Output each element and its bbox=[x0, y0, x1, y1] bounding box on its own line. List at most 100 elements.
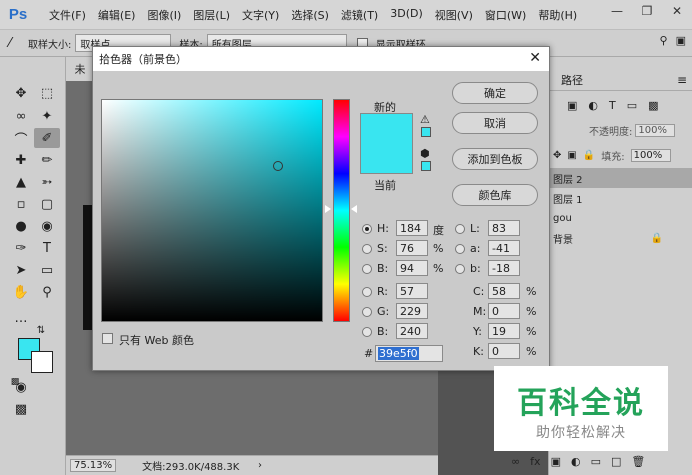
new-group-icon[interactable]: ▭ bbox=[591, 455, 601, 468]
lab-b-input[interactable]: -18 bbox=[488, 260, 520, 276]
gamut-correction-swatch[interactable] bbox=[421, 127, 431, 137]
s-input[interactable]: 76 bbox=[396, 240, 428, 256]
layer-row[interactable]: gou bbox=[549, 208, 692, 228]
path-select-tool-icon[interactable]: ➤ bbox=[8, 260, 34, 280]
menu-layer[interactable]: 图层(L) bbox=[187, 7, 236, 23]
fx-icon[interactable]: fx bbox=[530, 455, 540, 468]
zoom-level[interactable]: 75.13% bbox=[70, 459, 117, 472]
brightness-input[interactable]: 94 bbox=[396, 260, 428, 276]
hand-tool-icon[interactable]: ✋ bbox=[8, 282, 34, 302]
delete-layer-icon[interactable]: 🗑 bbox=[631, 455, 645, 468]
stamp-tool-icon[interactable]: ▲ bbox=[8, 172, 34, 192]
color-libraries-button[interactable]: 颜色库 bbox=[452, 184, 538, 206]
document-tab[interactable]: 未 bbox=[66, 57, 94, 81]
menu-view[interactable]: 视图(V) bbox=[429, 7, 479, 23]
b-radio[interactable] bbox=[362, 327, 372, 337]
status-menu-arrow-icon[interactable]: › bbox=[258, 460, 262, 471]
menu-3d[interactable]: 3D(D) bbox=[384, 7, 429, 23]
lock-move-icon[interactable]: ✥ bbox=[553, 150, 561, 161]
swap-colors-icon[interactable]: ⇅ bbox=[34, 323, 48, 337]
web-safe-swatch[interactable] bbox=[421, 161, 431, 171]
l-input[interactable]: 83 bbox=[488, 220, 520, 236]
link-layers-icon[interactable]: ∞ bbox=[511, 455, 520, 468]
restore-icon[interactable]: ❐ bbox=[632, 0, 662, 22]
move-tool-icon[interactable]: ✥ bbox=[8, 83, 34, 103]
eraser-tool-icon[interactable]: ▫ bbox=[8, 194, 34, 214]
type-tool-icon[interactable]: T bbox=[34, 238, 60, 258]
g-input[interactable]: 229 bbox=[396, 303, 428, 319]
eyedropper-options-icon[interactable]: ⁄ bbox=[0, 33, 20, 53]
out-of-gamut-warning-icon[interactable]: ⚠ bbox=[420, 113, 430, 126]
image-filter-icon[interactable]: ▣ bbox=[567, 99, 577, 112]
menu-image[interactable]: 图像(I) bbox=[141, 7, 187, 23]
panel-menu-icon[interactable]: ≡ bbox=[677, 73, 687, 87]
quick-mask-icon[interactable]: ◉ bbox=[8, 377, 34, 397]
lock-artboard-icon[interactable]: ▣ bbox=[567, 150, 576, 161]
layer-row[interactable]: 背景 🔒 bbox=[549, 228, 692, 248]
more-tools-icon[interactable]: … bbox=[8, 308, 34, 328]
layer-row[interactable]: 图层 2 bbox=[549, 168, 692, 188]
hue-arrow-left-icon[interactable] bbox=[325, 205, 331, 213]
lab-b-radio[interactable] bbox=[455, 264, 465, 274]
cancel-button[interactable]: 取消 bbox=[452, 112, 538, 134]
pen-tool-icon[interactable]: ✑ bbox=[8, 238, 34, 258]
screen-mode-icon[interactable]: ▩ bbox=[8, 399, 34, 419]
a-radio[interactable] bbox=[455, 244, 465, 254]
menu-window[interactable]: 窗口(W) bbox=[479, 7, 532, 23]
healing-tool-icon[interactable]: ✚ bbox=[8, 150, 34, 170]
new-layer-icon[interactable]: □ bbox=[611, 455, 621, 468]
eyedropper-tool-icon[interactable]: ✐ bbox=[34, 128, 60, 148]
close-icon[interactable]: ✕ bbox=[529, 50, 541, 66]
menu-select[interactable]: 选择(S) bbox=[285, 7, 335, 23]
add-to-swatches-button[interactable]: 添加到色板 bbox=[452, 148, 538, 170]
dodge-tool-icon[interactable]: ◉ bbox=[34, 216, 60, 236]
minimize-icon[interactable]: — bbox=[602, 0, 632, 22]
gradient-tool-icon[interactable]: ▢ bbox=[34, 194, 60, 214]
r-radio[interactable] bbox=[362, 287, 372, 297]
quick-select-tool-icon[interactable]: ✦ bbox=[34, 106, 60, 126]
web-safe-cube-icon[interactable]: ⬢ bbox=[420, 147, 430, 160]
search-icon[interactable]: ⚲ bbox=[660, 34, 668, 47]
type-filter-icon[interactable]: T bbox=[609, 99, 616, 112]
marquee-tool-icon[interactable]: ⬚ bbox=[34, 83, 60, 103]
brush-tool-icon[interactable]: ✏ bbox=[34, 150, 60, 170]
color-field[interactable] bbox=[101, 99, 323, 322]
menu-edit[interactable]: 编辑(E) bbox=[92, 7, 142, 23]
shape-tool-icon[interactable]: ▭ bbox=[34, 260, 60, 280]
lock-all-icon[interactable]: 🔒 bbox=[583, 150, 595, 161]
layer-row[interactable]: 图层 1 bbox=[549, 188, 692, 208]
current-color-swatch[interactable] bbox=[360, 144, 413, 174]
menu-help[interactable]: 帮助(H) bbox=[532, 7, 583, 23]
k-input[interactable]: 0 bbox=[488, 343, 520, 359]
menu-filter[interactable]: 滤镜(T) bbox=[335, 7, 384, 23]
m-input[interactable]: 0 bbox=[488, 303, 520, 319]
r-input[interactable]: 57 bbox=[396, 283, 428, 299]
h-input[interactable]: 184 bbox=[396, 220, 428, 236]
fill-input[interactable]: 100% bbox=[630, 149, 671, 162]
background-color-swatch[interactable] bbox=[31, 351, 53, 373]
hex-input[interactable]: 39e5f0 bbox=[375, 345, 443, 362]
c-input[interactable]: 58 bbox=[488, 283, 520, 299]
a-input[interactable]: -41 bbox=[488, 240, 520, 256]
brightness-radio[interactable] bbox=[362, 264, 372, 274]
y-input[interactable]: 19 bbox=[488, 323, 520, 339]
zoom-tool-icon[interactable]: ⚲ bbox=[34, 282, 60, 302]
menu-file[interactable]: 文件(F) bbox=[43, 7, 92, 23]
adjustment-layer-icon[interactable]: ◐ bbox=[571, 455, 581, 468]
adjustment-filter-icon[interactable]: ◐ bbox=[588, 99, 598, 112]
ok-button[interactable]: 确定 bbox=[452, 82, 538, 104]
menu-type[interactable]: 文字(Y) bbox=[236, 7, 285, 23]
g-radio[interactable] bbox=[362, 307, 372, 317]
b-input[interactable]: 240 bbox=[396, 323, 428, 339]
l-radio[interactable] bbox=[455, 224, 465, 234]
shape-filter-icon[interactable]: ▭ bbox=[627, 99, 637, 112]
history-brush-tool-icon[interactable]: ➳ bbox=[34, 172, 60, 192]
hue-arrow-right-icon[interactable] bbox=[351, 205, 357, 213]
workspace-icon[interactable]: ▣ bbox=[676, 34, 686, 47]
color-field-marker[interactable] bbox=[273, 161, 283, 171]
smart-filter-icon[interactable]: ▩ bbox=[648, 99, 658, 112]
web-only-checkbox[interactable] bbox=[102, 333, 113, 344]
tab-paths[interactable]: 路径 bbox=[561, 72, 583, 88]
lasso-tool-icon[interactable]: ∞ bbox=[8, 106, 34, 126]
close-window-icon[interactable]: ✕ bbox=[662, 0, 692, 22]
